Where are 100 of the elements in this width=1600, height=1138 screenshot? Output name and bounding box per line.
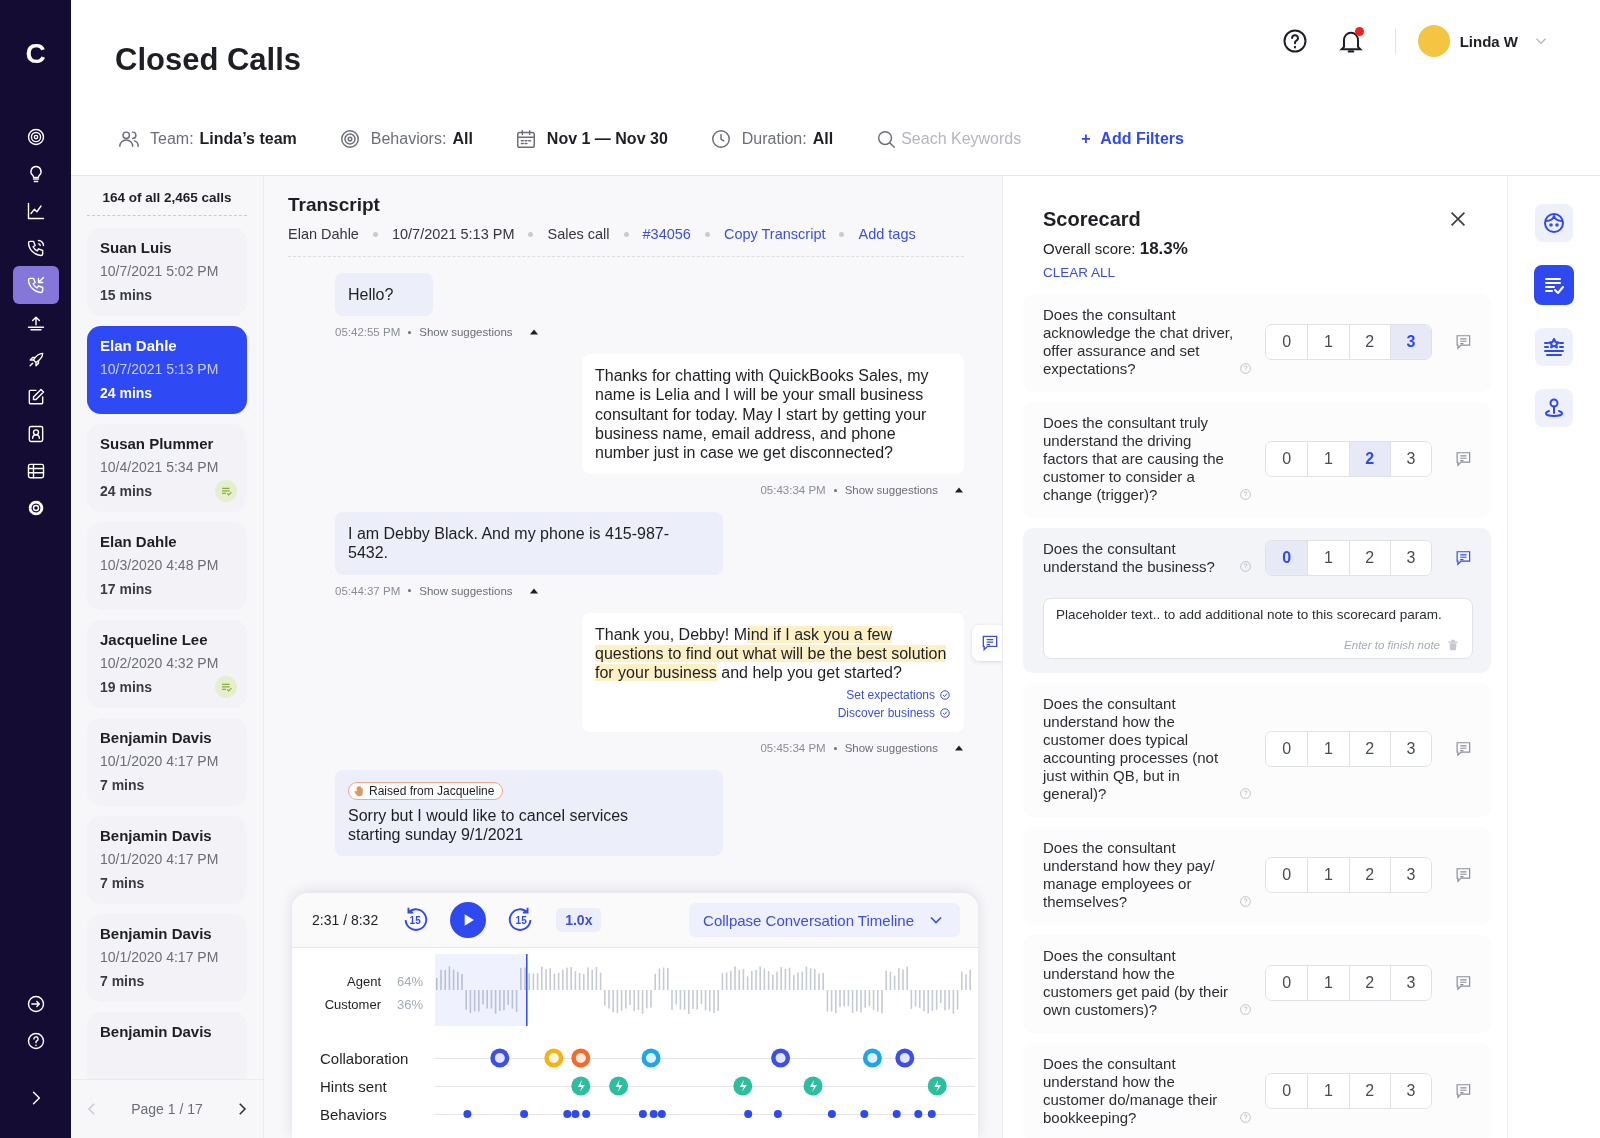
- filter-label: Duration:: [741, 130, 807, 148]
- note-icon[interactable]: [1454, 548, 1473, 568]
- user-name[interactable]: Linda W: [1459, 32, 1518, 50]
- rewind-button[interactable]: 15: [400, 905, 431, 935]
- sign-in-icon: [25, 993, 46, 1014]
- caller-name: Suan Luis: [100, 239, 173, 256]
- call-duration: 7 mins: [100, 875, 145, 891]
- caller-name: Benjamin Davis: [100, 925, 213, 942]
- suggestions-link[interactable]: Show suggestions: [419, 584, 513, 597]
- message-text: Thanks for chatting with QuickBooks Sales, my name is Lelia and I will be your small business consultant for today. May I start by getting your business name, email address, and phone number just in case we get disconnected?: [595, 366, 930, 463]
- add-filters-link[interactable]: + Add Filters: [1081, 130, 1184, 148]
- caller-name: Elan Dahle: [100, 337, 178, 354]
- score-option[interactable]: 0: [1266, 541, 1308, 575]
- score-option[interactable]: 3: [1389, 1074, 1432, 1108]
- call-card[interactable]: Elan Dahle 10/7/2021 5:13 PM 24 mins: [87, 326, 247, 414]
- message-time: 05:44:37 PM: [335, 584, 401, 597]
- call-datetime: 10/1/2020 4:17 PM: [100, 753, 220, 769]
- talk-share: 36%: [397, 997, 425, 1012]
- call-card[interactable]: Benjamin Davis 10/1/2020 4:17 PM 7 mins: [87, 914, 247, 1002]
- target-icon: [338, 128, 361, 150]
- score-option[interactable]: 3: [1389, 732, 1432, 766]
- call-card[interactable]: Suan Luis 10/7/2021 5:02 PM 15 mins: [87, 228, 247, 316]
- score-option[interactable]: 3: [1389, 442, 1432, 476]
- clear-all-link[interactable]: CLEAR ALL: [1043, 265, 1188, 280]
- suggestions-link[interactable]: Show suggestions: [844, 742, 938, 755]
- note-text: Placeholder text.. to add additional note to this scorecard param.: [1056, 607, 1443, 622]
- call-datetime: 10/4/2021 5:34 PM: [100, 459, 220, 475]
- help-icon: [25, 1030, 46, 1051]
- call-card[interactable]: Benjamin Davis 10/1/2020 4:17 PM 7 mins: [87, 816, 247, 904]
- call-duration: 19 mins: [100, 679, 153, 695]
- caret-up-icon[interactable]: [528, 327, 539, 338]
- suggestions-link[interactable]: Show suggestions: [419, 326, 513, 339]
- caret-up-icon[interactable]: [954, 743, 964, 754]
- transcript-link[interactable]: Copy Transcript: [723, 226, 826, 242]
- separator-dot: [833, 746, 837, 750]
- note-icon[interactable]: [1454, 1081, 1473, 1101]
- question-text: Does the consultant truly understand the driving factors that are causing the customer to consider a change (trigger)?: [1043, 414, 1225, 504]
- message-text: Thank you, Debby! Mind if I ask you a few questions to find out what will be the best solution for your business and help you get started?: [595, 624, 948, 683]
- separator-dot: [408, 330, 412, 334]
- message-text: I am Debby Black. And my phone is 415-987-5432.: [348, 524, 671, 563]
- call-card[interactable]: Benjamin Davis: [87, 1012, 247, 1079]
- caller-name: Benjamin Davis: [100, 1023, 213, 1040]
- panel-toggle[interactable]: [1535, 204, 1573, 242]
- nav-item[interactable]: [12, 266, 59, 304]
- panel-toggle[interactable]: [1535, 328, 1573, 366]
- note-icon[interactable]: [1454, 973, 1473, 993]
- call-card[interactable]: Elan Dahle 10/3/2020 4:48 PM 17 mins: [87, 522, 247, 610]
- call-duration: 15 mins: [100, 287, 153, 303]
- call-card[interactable]: Jacqueline Lee 10/2/2020 4:32 PM 19 mins: [87, 620, 247, 708]
- filter-dropdown[interactable]: Nov 1 — Nov 30: [514, 128, 668, 150]
- panel-toggle[interactable]: [1535, 389, 1573, 427]
- talk-share: 64%: [397, 974, 425, 989]
- call-duration: 24 mins: [100, 385, 153, 401]
- note-icon[interactable]: [1454, 739, 1473, 759]
- score-option[interactable]: 3: [1389, 858, 1432, 892]
- forward-button[interactable]: 15: [506, 905, 537, 935]
- transcript-link[interactable]: Add tags: [858, 226, 916, 242]
- panel-toggle[interactable]: [1534, 265, 1574, 305]
- call-card[interactable]: Benjamin Davis 10/1/2020 4:17 PM 7 mins: [87, 718, 247, 806]
- filter-value: All: [812, 130, 834, 148]
- call-duration: 7 mins: [100, 973, 145, 989]
- play-button[interactable]: [450, 902, 487, 938]
- speaker-label: Customer: [324, 997, 381, 1012]
- filter-dropdown[interactable]: Behaviors: All: [338, 128, 473, 150]
- caller-name: Benjamin Davis: [100, 827, 213, 844]
- search-field[interactable]: Seach Keywords: [901, 130, 1052, 148]
- call-datetime: 10/1/2020 4:17 PM: [100, 949, 220, 965]
- calendar-icon: [514, 128, 537, 150]
- note-icon[interactable]: [1454, 865, 1473, 885]
- avatar: [1417, 25, 1450, 57]
- speed-button[interactable]: 1.0x: [556, 908, 602, 932]
- filter-dropdown[interactable]: Duration: All: [709, 128, 834, 150]
- note-icon[interactable]: [1454, 332, 1473, 352]
- call-datetime: 10/2/2020 4:32 PM: [100, 655, 220, 671]
- score-option[interactable]: 2: [1348, 442, 1390, 476]
- call-info: Elan Dahle: [288, 226, 359, 242]
- score-option[interactable]: 3: [1389, 966, 1432, 1000]
- caret-up-icon[interactable]: [954, 485, 964, 496]
- badge-text: Raised from Jacqueline: [369, 784, 495, 799]
- score-option[interactable]: 3: [1389, 541, 1432, 575]
- filter-dropdown[interactable]: Team: Linda’s team: [118, 128, 297, 150]
- collapse-timeline-button[interactable]: Collpase Conversation Timeline: [689, 903, 960, 937]
- separator-dot: [528, 231, 534, 237]
- filter-value: Linda’s team: [199, 130, 297, 148]
- call-card[interactable]: Susan Plummer 10/4/2021 5:34 PM 24 mins: [87, 424, 247, 512]
- note-button[interactable]: [972, 624, 1002, 661]
- pin-icon: [1542, 396, 1566, 420]
- note-field[interactable]: Placeholder text.. to add additional note to this scorecard param. Enter to finish note: [1043, 598, 1473, 659]
- suggestions-link[interactable]: Show suggestions: [844, 484, 938, 497]
- caller-name: Susan Plummer: [100, 435, 215, 452]
- behavior-tag[interactable]: Discover business: [837, 706, 951, 721]
- note-icon[interactable]: [1454, 449, 1473, 469]
- score-option[interactable]: 3: [1389, 325, 1432, 359]
- behavior-tag[interactable]: Set expectations: [846, 688, 951, 703]
- question-text: Does the consultant acknowledge the chat driver, offer assurance and set expectations?: [1043, 306, 1235, 378]
- transcript-link[interactable]: #34056: [642, 226, 691, 242]
- transcript-title: Transcript: [288, 194, 381, 216]
- page-indicator: Page 1 / 17: [131, 1101, 203, 1117]
- note-hint: Enter to finish note: [1344, 639, 1440, 651]
- filter-value: Nov 1 — Nov 30: [546, 130, 668, 148]
